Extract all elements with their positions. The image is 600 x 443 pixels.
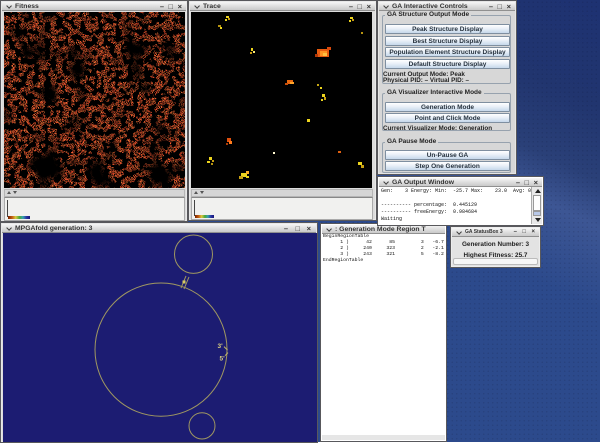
svg-text:5': 5' — [220, 356, 226, 363]
svg-text:3': 3' — [218, 343, 224, 350]
